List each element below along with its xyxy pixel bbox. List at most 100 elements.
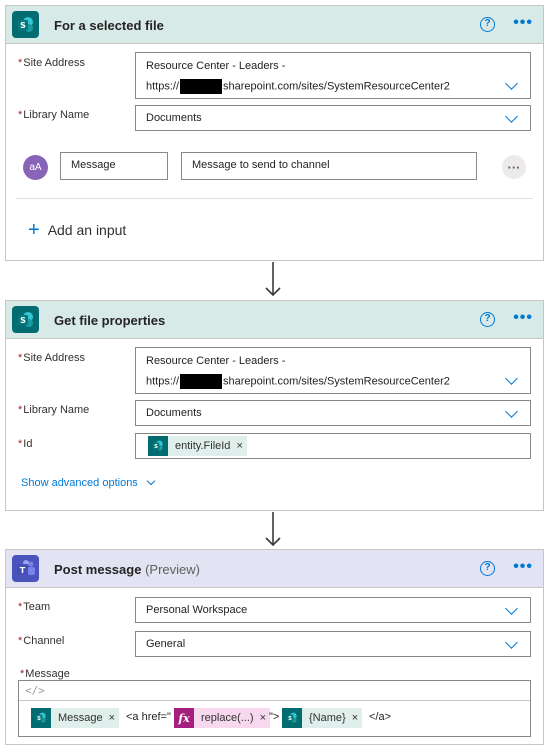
- card-header[interactable]: S For a selected file ? •••: [6, 6, 543, 44]
- required-marker: *: [18, 438, 23, 450]
- more-icon[interactable]: •••: [513, 309, 533, 327]
- sharepoint-icon: S: [12, 11, 39, 38]
- token-remove-icon[interactable]: ×: [236, 440, 242, 452]
- channel-value: General: [146, 638, 186, 650]
- chevron-down-icon: [146, 476, 156, 486]
- token-label: Message: [58, 712, 103, 724]
- card-title-text: Post message: [54, 562, 142, 577]
- required-marker: *: [20, 668, 25, 680]
- add-input-label: Add an input: [47, 222, 127, 238]
- id-field[interactable]: S entity.FileId ×: [135, 433, 531, 459]
- svg-text:S: S: [20, 21, 26, 30]
- divider: [16, 198, 533, 199]
- library-name-label-text: Library Name: [23, 109, 90, 121]
- channel-label: *Channel: [18, 635, 64, 647]
- add-input-button[interactable]: + Add an input: [28, 219, 126, 241]
- required-marker: *: [18, 109, 23, 121]
- message-text-a-close: </a>: [369, 711, 392, 723]
- site-address-line1: Resource Center - Leaders -: [146, 60, 286, 72]
- token-remove-icon[interactable]: ×: [260, 712, 266, 724]
- card-title: Get file properties: [54, 313, 166, 328]
- show-advanced-options-label: Show advanced options: [21, 477, 138, 489]
- team-label-text: Team: [23, 601, 51, 613]
- token-label: entity.FileId: [175, 440, 231, 452]
- input-more-icon: ···: [507, 159, 521, 175]
- input-avatar: aA: [23, 155, 48, 180]
- token-message[interactable]: S Message ×: [31, 708, 120, 728]
- required-marker: *: [18, 404, 23, 416]
- token-name[interactable]: S {Name} ×: [282, 708, 363, 728]
- arrow-down-icon: [265, 512, 281, 547]
- chevron-down-icon[interactable]: [505, 636, 518, 649]
- help-icon[interactable]: ?: [480, 312, 495, 327]
- input-more-button[interactable]: ···: [502, 155, 526, 179]
- input-description-field[interactable]: Message to send to channel: [181, 152, 477, 180]
- sharepoint-icon: S: [282, 708, 302, 728]
- svg-text:S: S: [20, 316, 26, 325]
- library-name-label: *Library Name: [18, 404, 89, 416]
- arrow-down-icon: [265, 262, 281, 297]
- token-remove-icon[interactable]: ×: [109, 712, 115, 724]
- team-label: *Team: [18, 601, 50, 613]
- teams-icon: T: [12, 555, 39, 582]
- message-editor[interactable]: </> S Message × <a href=" fx replace(...…: [18, 680, 531, 737]
- card-for-a-selected-file: S For a selected file ? ••• *Site Addres…: [5, 5, 544, 261]
- library-name-value: Documents: [146, 407, 202, 419]
- card-post-message: T Post message (Preview) ? ••• *Team Per…: [5, 549, 544, 745]
- channel-label-text: Channel: [23, 635, 65, 647]
- help-icon[interactable]: ?: [480, 561, 495, 576]
- card-title: Post message (Preview): [54, 562, 200, 577]
- message-label-text: Message: [25, 668, 70, 680]
- fx-icon: fx: [174, 708, 194, 728]
- add-icon: +: [28, 219, 40, 241]
- svg-text:S: S: [154, 444, 158, 450]
- team-dropdown[interactable]: Personal Workspace: [135, 597, 531, 623]
- card-header[interactable]: S Get file properties ? •••: [6, 301, 543, 339]
- id-label: *Id: [18, 438, 32, 450]
- token-replace-expression[interactable]: fx replace(...) ×: [174, 708, 271, 728]
- site-address-dropdown[interactable]: Resource Center - Leaders - https:// shar…: [135, 52, 531, 99]
- team-value: Personal Workspace: [146, 604, 248, 616]
- token-entity-fileid[interactable]: S entity.FileId ×: [148, 436, 247, 456]
- site-address-url: https:// sharepoint.com/sites/SystemResou…: [146, 374, 450, 389]
- svg-text:S: S: [288, 716, 292, 722]
- help-icon[interactable]: ?: [480, 17, 495, 32]
- input-avatar-text: aA: [29, 162, 42, 173]
- show-advanced-options-link[interactable]: Show advanced options: [21, 476, 156, 489]
- input-name-field[interactable]: Message: [60, 152, 168, 180]
- sharepoint-icon: S: [31, 708, 51, 728]
- sharepoint-icon: S: [148, 436, 168, 456]
- channel-dropdown[interactable]: General: [135, 631, 531, 657]
- more-icon[interactable]: •••: [513, 558, 533, 576]
- site-address-suffix: sharepoint.com/sites/SystemResourceCente…: [223, 375, 450, 388]
- chevron-down-icon[interactable]: [505, 405, 518, 418]
- chevron-down-icon[interactable]: [505, 372, 518, 385]
- redaction-bar: [180, 374, 223, 389]
- token-remove-icon[interactable]: ×: [352, 712, 358, 724]
- site-address-label: *Site Address: [18, 57, 85, 69]
- site-address-url: https:// sharepoint.com/sites/SystemResou…: [146, 79, 450, 94]
- chevron-down-icon[interactable]: [505, 110, 518, 123]
- chevron-down-icon[interactable]: [505, 602, 518, 615]
- code-icon[interactable]: </>: [25, 684, 45, 697]
- more-icon[interactable]: •••: [513, 14, 533, 32]
- library-name-value: Documents: [146, 112, 202, 124]
- input-name-value: Message: [71, 159, 116, 171]
- id-label-text: Id: [23, 438, 33, 450]
- library-name-label-text: Library Name: [23, 404, 90, 416]
- site-address-prefix: https://: [146, 80, 180, 93]
- card-header[interactable]: T Post message (Preview) ? •••: [6, 550, 543, 588]
- card-get-file-properties: S Get file properties ? ••• *Site Addres…: [5, 300, 544, 511]
- site-address-line1: Resource Center - Leaders -: [146, 355, 286, 367]
- site-address-suffix: sharepoint.com/sites/SystemResourceCente…: [223, 80, 450, 93]
- site-address-dropdown[interactable]: Resource Center - Leaders - https:// shar…: [135, 347, 531, 394]
- library-name-dropdown[interactable]: Documents: [135, 105, 531, 131]
- card-title: For a selected file: [54, 18, 164, 33]
- required-marker: *: [18, 57, 23, 69]
- site-address-prefix: https://: [146, 375, 180, 388]
- svg-text:T: T: [19, 565, 25, 574]
- required-marker: *: [18, 635, 23, 647]
- site-address-label-text: Site Address: [23, 57, 86, 69]
- chevron-down-icon[interactable]: [505, 77, 518, 90]
- library-name-dropdown[interactable]: Documents: [135, 400, 531, 426]
